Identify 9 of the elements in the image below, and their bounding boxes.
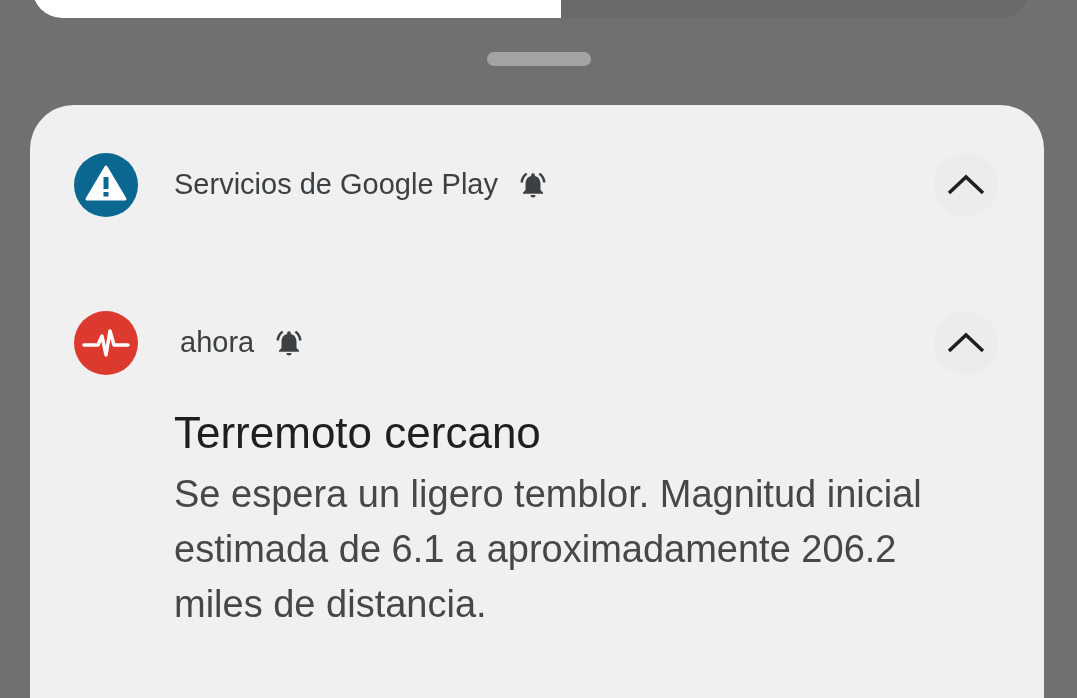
- warning-icon: [74, 153, 138, 217]
- notification-body: Se espera un ligero temblor. Magnitud inicial estimada de 6.1 a aproximadamente 206.2 miles de distancia.: [174, 472, 923, 627]
- notification-title: Terremoto cercano: [174, 407, 542, 459]
- chevron-up-icon: [946, 331, 986, 355]
- heartbeat-icon: [74, 311, 138, 375]
- app-name: Servicios de Google Play: [174, 167, 498, 203]
- notification-time: ahora: [180, 325, 255, 361]
- chevron-up-icon: [946, 173, 986, 197]
- drag-handle[interactable]: [486, 52, 591, 66]
